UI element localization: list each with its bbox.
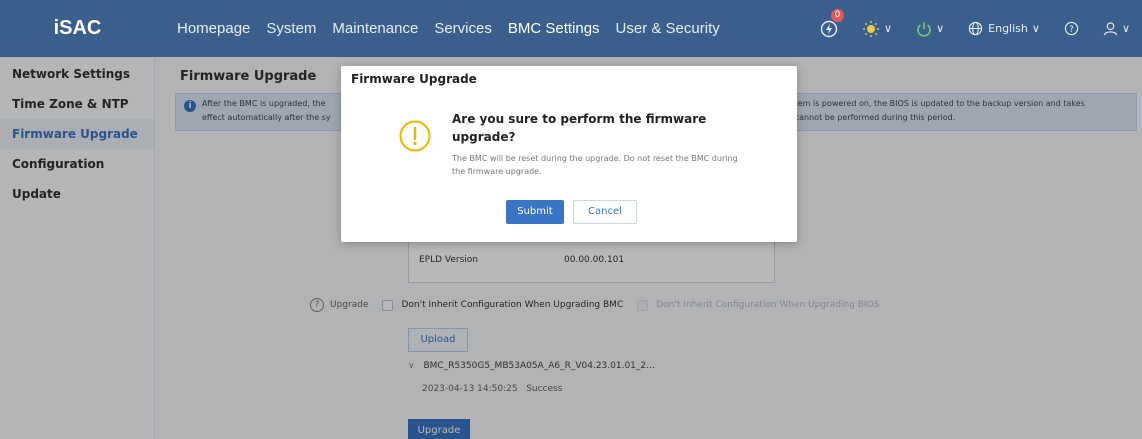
chevron-down-icon: ∨ [1121,22,1130,35]
header-tools: 0 ∨ ∨ English ∨ ? ∨ [808,0,1142,57]
indicator-menu[interactable]: ∨ [850,0,904,57]
app-logo: iSAC [53,17,102,39]
dialog-heading: Are you sure to perform the firmware upg… [452,112,707,144]
help-button[interactable]: ? [1052,0,1091,57]
indicator-light-icon [863,20,880,37]
svg-text:?: ? [1069,24,1073,34]
main-nav: Homepage System Maintenance Services BMC… [155,0,728,57]
user-icon [1103,22,1118,36]
cancel-button[interactable]: Cancel [573,200,637,224]
dialog-description: The BMC will be reset during the upgrade… [452,154,738,176]
nav-user-security[interactable]: User & Security [608,0,728,57]
dialog-title: Firmware Upgrade [351,72,477,86]
warning-icon [399,120,431,152]
nav-services[interactable]: Services [426,0,500,57]
chevron-down-icon: ∨ [1031,22,1040,35]
alarm-icon [820,20,838,37]
power-icon [917,22,931,37]
globe-icon [968,21,983,36]
chevron-down-icon: ∨ [936,22,945,35]
help-icon: ? [1064,21,1079,36]
nav-maintenance[interactable]: Maintenance [324,0,426,57]
language-menu[interactable]: English ∨ [956,0,1052,57]
confirm-dialog: Firmware Upgrade Are you sure to perform… [341,66,797,242]
chevron-down-icon: ∨ [884,22,893,35]
submit-button[interactable]: Submit [506,200,564,224]
alarm-button[interactable]: 0 [808,0,850,57]
nav-homepage[interactable]: Homepage [169,0,258,57]
top-navbar: iSAC Homepage System Maintenance Service… [0,0,1142,57]
user-menu[interactable]: ∨ [1091,0,1142,57]
power-menu[interactable]: ∨ [904,0,956,57]
nav-bmc-settings[interactable]: BMC Settings [500,0,608,57]
language-label: English [988,22,1028,35]
alarm-count-badge: 0 [831,9,845,22]
nav-system[interactable]: System [258,0,324,57]
